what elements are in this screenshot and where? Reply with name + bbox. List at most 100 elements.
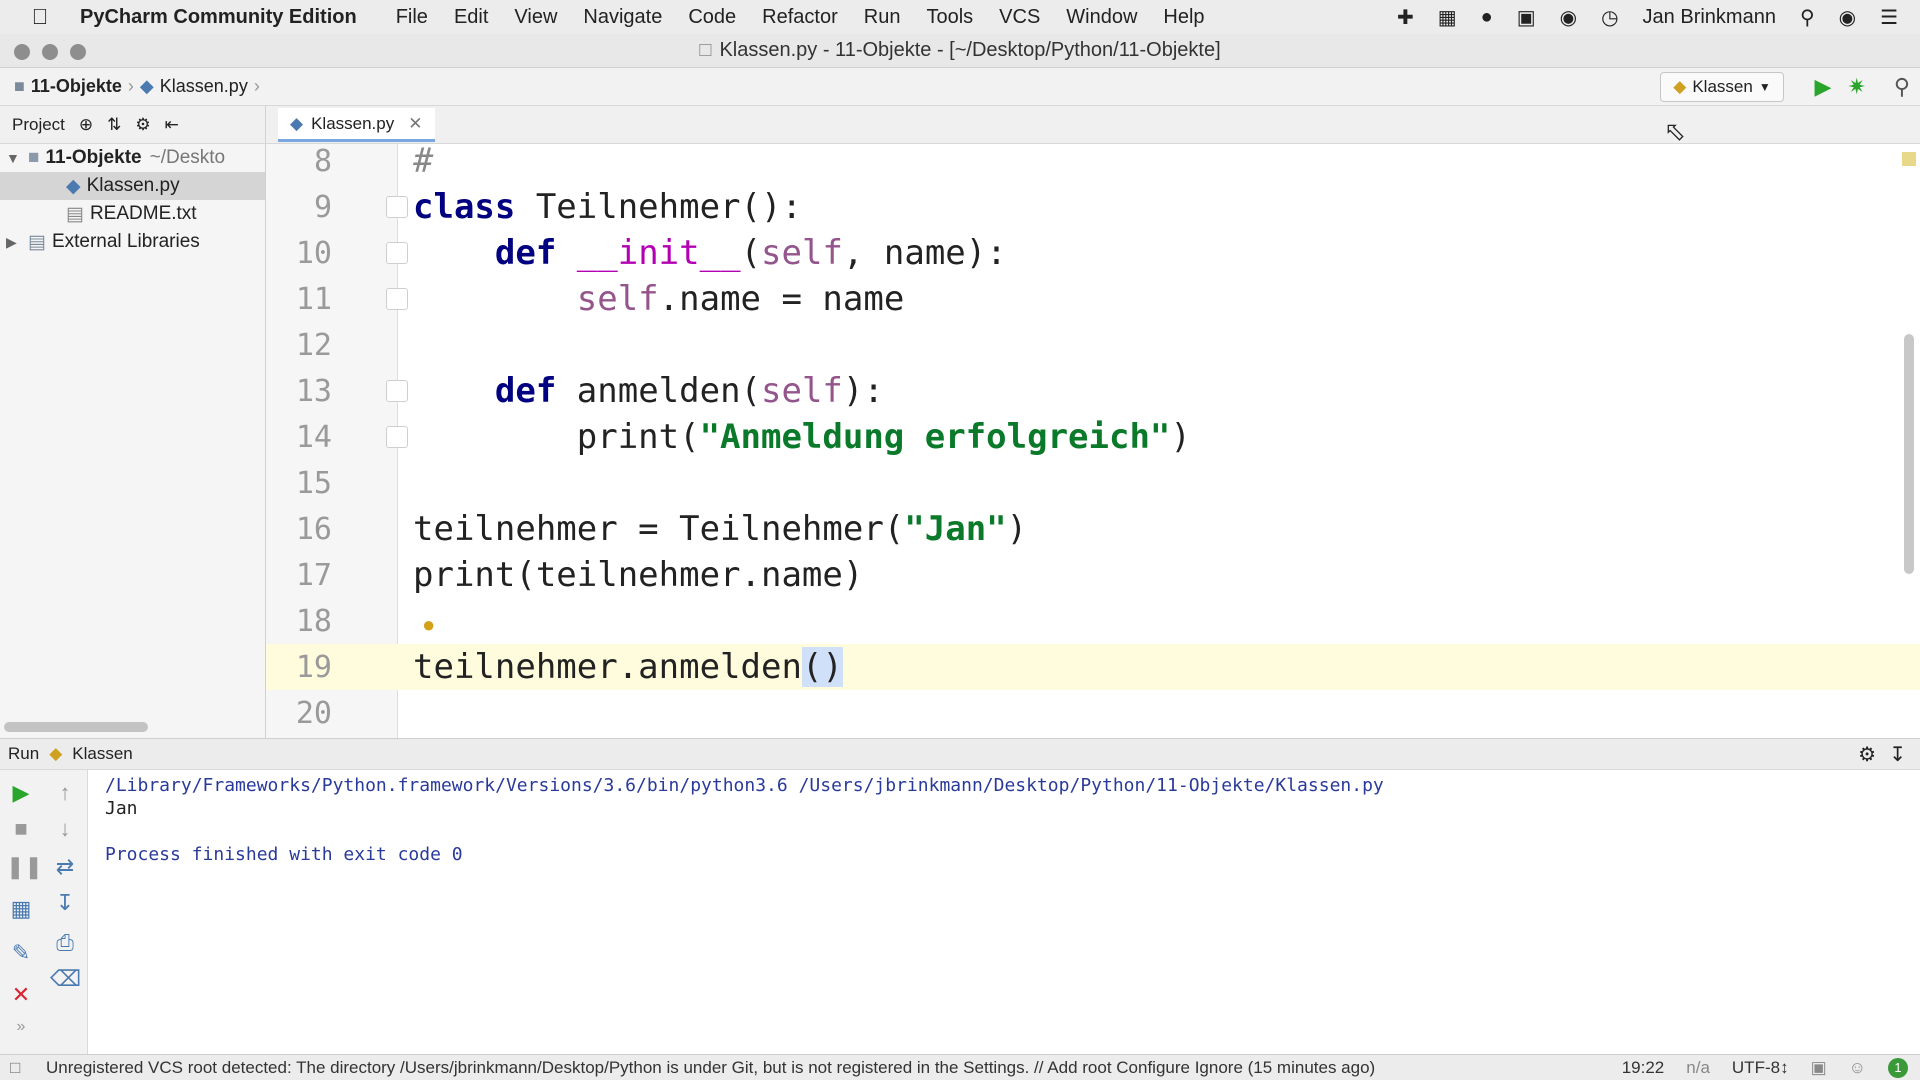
menu-refactor[interactable]: Refactor — [762, 6, 838, 29]
locate-icon[interactable]: ⊕ — [79, 115, 93, 135]
soft-wrap-icon[interactable]: ⇄ — [50, 854, 80, 880]
fold-marker[interactable] — [386, 288, 408, 310]
apple-icon[interactable]:  — [0, 4, 80, 30]
code-line[interactable]: 8 # — [266, 144, 1920, 184]
hide-panel-icon[interactable]: ↧ — [1889, 742, 1906, 767]
run-console[interactable]: /Library/Frameworks/Python.framework/Ver… — [88, 770, 1920, 1056]
close-window-button[interactable] — [14, 44, 30, 60]
code-line[interactable]: 12 — [266, 322, 1920, 368]
code-line[interactable]: 20 — [266, 690, 1920, 736]
fold-marker[interactable] — [386, 196, 408, 218]
toggle-tool-windows-icon[interactable]: □ — [10, 1058, 20, 1078]
camera-icon[interactable]: ▣ — [1517, 5, 1536, 30]
menu-tools[interactable]: Tools — [926, 6, 973, 29]
tree-item-klassen[interactable]: ◆ Klassen.py — [0, 172, 265, 200]
project-view-selector[interactable]: Project — [12, 115, 65, 135]
gear-icon[interactable]: ⚙ — [135, 115, 150, 135]
time-machine-icon[interactable]: ◷ — [1601, 5, 1618, 30]
python-file-icon: ◆ — [66, 175, 81, 197]
menu-window[interactable]: Window — [1066, 6, 1137, 29]
vertical-scrollbar[interactable] — [1904, 334, 1914, 574]
restore-layout-icon[interactable]: ▦ — [6, 896, 36, 922]
menu-navigate[interactable]: Navigate — [583, 6, 662, 29]
scroll-to-end-icon[interactable]: ↧ — [50, 890, 80, 916]
code-line[interactable]: 16 teilnehmer = Teilnehmer("Jan") — [266, 506, 1920, 552]
run-icon[interactable]: ▶ — [1815, 74, 1832, 100]
gear-icon[interactable]: ⚙ — [1858, 742, 1876, 767]
pin-icon[interactable]: ✎ — [6, 940, 36, 966]
stop-icon[interactable]: ■ — [6, 816, 36, 842]
code-line[interactable]: 11 self.name = name — [266, 276, 1920, 322]
code-line[interactable]: 18 ● — [266, 598, 1920, 644]
code-line[interactable]: 15 — [266, 460, 1920, 506]
spotlight-search-icon[interactable]: ⚲ — [1800, 5, 1815, 30]
user-name[interactable]: Jan Brinkmann — [1643, 6, 1776, 29]
run-configuration-select[interactable]: ◆ Klassen ▼ — [1660, 72, 1784, 102]
menu-edit[interactable]: Edit — [454, 6, 488, 29]
tree-item-readme[interactable]: ▤ README.txt — [0, 200, 265, 228]
menu-vcs[interactable]: VCS — [999, 6, 1040, 29]
calendar-icon[interactable]: ▦ — [1438, 5, 1457, 30]
library-icon: ▤ — [28, 231, 46, 253]
code-editor[interactable]: 8 # 9 class Teilnehmer(): 10 def __init_… — [266, 144, 1920, 738]
run-config-label[interactable]: Klassen — [72, 744, 132, 764]
fold-marker[interactable] — [386, 426, 408, 448]
rerun-icon[interactable]: ▶ — [6, 780, 36, 806]
line-number: 15 — [295, 465, 332, 501]
file-encoding[interactable]: UTF-8↕ — [1732, 1058, 1789, 1078]
menu-run[interactable]: Run — [864, 6, 901, 29]
lock-icon[interactable]: ▣ — [1811, 1058, 1827, 1078]
app-name[interactable]: PyCharm Community Edition — [80, 6, 357, 29]
menu-file[interactable]: File — [396, 6, 428, 29]
tree-item-root[interactable]: ▼ ■ 11-Objekte ~/Deskto — [0, 144, 265, 172]
collapse-all-icon[interactable]: ⇅ — [107, 115, 121, 135]
search-everywhere-icon[interactable]: ⚲ — [1894, 74, 1910, 100]
more-icon[interactable]: » — [6, 1018, 36, 1036]
plus-icon[interactable]: ✚ — [1397, 5, 1414, 30]
lightbulb-icon[interactable]: ● — [422, 612, 435, 638]
inspector-icon[interactable]: ☺ — [1849, 1058, 1866, 1078]
down-arrow-icon[interactable]: ↓ — [50, 816, 80, 842]
code-line[interactable]: 9 class Teilnehmer(): — [266, 184, 1920, 230]
breadcrumb-project[interactable]: 11-Objekte — [31, 76, 122, 97]
tree-item-external-libraries[interactable]: ▶ ▤ External Libraries — [0, 228, 265, 256]
status-message[interactable]: Unregistered VCS root detected: The dire… — [46, 1058, 1375, 1078]
close-icon[interactable]: ✕ — [6, 982, 36, 1008]
code-line[interactable]: 14 print("Anmeldung erfolgreich") — [266, 414, 1920, 460]
menu-help[interactable]: Help — [1163, 6, 1204, 29]
caret-position[interactable]: 19:22 — [1622, 1058, 1665, 1078]
window-title: Klassen.py - 11-Objekte - [~/Desktop/Pyt… — [719, 39, 1221, 61]
code-line[interactable]: 17 print(teilnehmer.name) — [266, 552, 1920, 598]
rocket-icon[interactable]: ● — [1481, 6, 1493, 29]
line-number: 9 — [313, 189, 332, 225]
code-line[interactable]: 13 def anmelden(self): — [266, 368, 1920, 414]
close-tab-icon[interactable]: ✕ — [408, 114, 422, 134]
breadcrumb-file[interactable]: Klassen.py — [160, 76, 248, 97]
horizontal-scrollbar[interactable] — [4, 722, 148, 732]
trash-icon[interactable]: ⌫ — [50, 966, 81, 992]
hide-panel-icon[interactable]: ⇤ — [165, 115, 179, 135]
code-text: # — [413, 144, 434, 181]
run-panel-label[interactable]: Run — [8, 744, 39, 764]
notification-center-icon[interactable]: ☰ — [1880, 5, 1898, 30]
menu-code[interactable]: Code — [688, 6, 736, 29]
siri-icon[interactable]: ◉ — [1839, 5, 1856, 30]
code-line-current[interactable]: 19 teilnehmer.anmelden() — [266, 644, 1920, 690]
pause-icon[interactable]: ❚❚ — [6, 854, 43, 880]
fold-marker[interactable] — [386, 380, 408, 402]
tab-klassen-py[interactable]: ◆ Klassen.py ✕ — [278, 108, 435, 142]
event-log-icon[interactable]: 1 — [1888, 1057, 1908, 1078]
zoom-window-button[interactable] — [70, 44, 86, 60]
menu-view[interactable]: View — [514, 6, 557, 29]
code-line[interactable]: 10 def __init__(self, name): — [266, 230, 1920, 276]
debug-icon[interactable]: ✷ — [1847, 74, 1865, 100]
print-icon[interactable]: ⎙ — [50, 930, 80, 956]
chat-icon[interactable]: ◉ — [1560, 5, 1577, 30]
collapsed-arrow-icon[interactable]: ▶ — [6, 234, 28, 251]
up-arrow-icon[interactable]: ↑ — [50, 780, 80, 806]
line-separator[interactable]: n/a — [1686, 1058, 1710, 1078]
inspection-marker[interactable] — [1902, 152, 1916, 166]
minimize-window-button[interactable] — [42, 44, 58, 60]
fold-marker[interactable] — [386, 242, 408, 264]
expanded-arrow-icon[interactable]: ▼ — [6, 150, 28, 166]
